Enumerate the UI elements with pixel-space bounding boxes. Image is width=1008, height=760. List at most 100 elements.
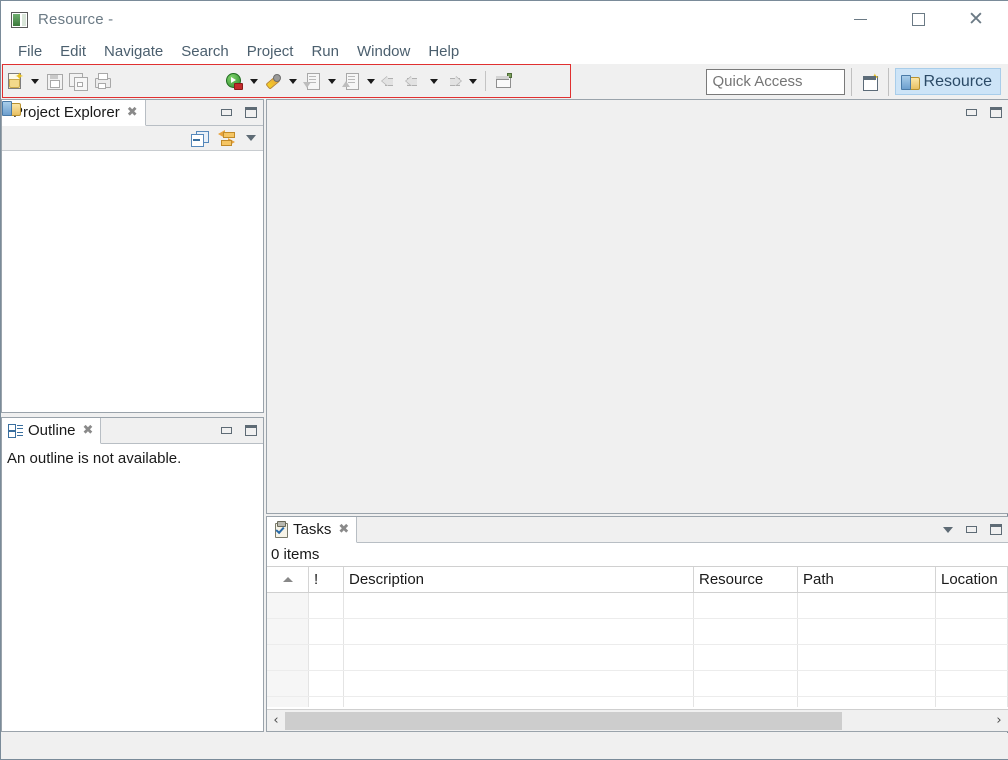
toolbar-group-file: ✦ <box>3 65 114 97</box>
minimize-icon[interactable] <box>966 108 977 116</box>
table-row[interactable] <box>267 697 1008 707</box>
project-explorer-toolbar <box>2 126 263 151</box>
title-bar: Resource - ✕ <box>1 0 1008 38</box>
project-explorer-tabrow: Project Explorer ✖ <box>2 100 263 126</box>
scroll-left-button[interactable]: ‹ <box>267 711 285 731</box>
new-wizard-dropdown[interactable] <box>27 69 42 93</box>
scroll-right-button[interactable]: › <box>990 711 1008 731</box>
external-tools-button[interactable] <box>300 69 324 93</box>
column-header-path[interactable]: Path <box>798 567 936 592</box>
menu-bar: File Edit Navigate Search Project Run Wi… <box>1 38 1008 64</box>
tasks-horizontal-scrollbar[interactable]: ‹ › <box>267 709 1008 731</box>
outline-icon <box>8 423 23 438</box>
link-with-editor-icon[interactable] <box>218 130 236 146</box>
table-row[interactable] <box>267 593 1008 619</box>
collapse-all-icon[interactable] <box>191 130 209 147</box>
quick-access-input[interactable] <box>705 68 845 95</box>
chevron-down-icon <box>327 78 336 84</box>
menu-search[interactable]: Search <box>172 41 238 62</box>
scrollbar-thumb[interactable] <box>285 711 842 730</box>
back-history-button[interactable] <box>378 69 402 93</box>
column-header-resource[interactable]: Resource <box>694 567 798 592</box>
save-all-button[interactable] <box>66 69 90 93</box>
next-annotation-button[interactable] <box>441 69 465 93</box>
project-explorer-tree[interactable] <box>2 151 263 411</box>
editor-empty-body[interactable] <box>267 124 1008 512</box>
maximize-icon[interactable] <box>245 425 257 436</box>
new-editor-button[interactable] <box>491 69 515 93</box>
menu-run[interactable]: Run <box>302 41 348 62</box>
table-cell <box>344 619 694 644</box>
external-tools-dropdown[interactable] <box>324 69 339 93</box>
previous-annotation-dropdown[interactable] <box>426 69 441 93</box>
table-cell <box>309 619 344 644</box>
import-dropdown[interactable] <box>363 69 378 93</box>
window-close-button[interactable]: ✕ <box>947 1 1005 39</box>
perspective-resource-button[interactable]: Resource <box>894 68 1001 95</box>
toolbar-separator <box>887 67 889 96</box>
save-button[interactable] <box>42 69 66 93</box>
view-menu-icon[interactable] <box>943 526 953 533</box>
table-cell <box>798 671 936 696</box>
table-cell <box>344 645 694 670</box>
chevron-down-icon <box>366 78 375 84</box>
menu-window[interactable]: Window <box>348 41 419 62</box>
open-perspective-button[interactable]: ✦ <box>858 70 882 94</box>
table-cell <box>936 593 1008 618</box>
table-cell <box>267 593 309 618</box>
maximize-icon[interactable] <box>990 524 1002 535</box>
run-icon <box>225 72 243 90</box>
open-perspective-icon: ✦ <box>861 72 880 91</box>
scrollbar-track[interactable] <box>285 711 990 730</box>
close-icon[interactable]: ✖ <box>338 523 349 536</box>
table-cell <box>798 645 936 670</box>
column-header-sort[interactable] <box>267 567 309 592</box>
debug-icon <box>264 72 282 90</box>
window-minimize-button[interactable] <box>831 1 889 39</box>
minimize-icon[interactable] <box>221 427 232 434</box>
close-icon[interactable]: ✖ <box>127 106 138 119</box>
table-row[interactable] <box>267 671 1008 697</box>
import-button[interactable] <box>339 69 363 93</box>
toolbar-separator <box>485 71 486 91</box>
menu-file[interactable]: File <box>9 41 51 62</box>
sort-ascending-icon <box>282 577 293 582</box>
maximize-icon[interactable] <box>990 106 1002 118</box>
menu-navigate[interactable]: Navigate <box>95 41 172 62</box>
tasks-tabrow: Tasks ✖ <box>267 517 1008 543</box>
table-cell <box>309 697 344 707</box>
table-cell <box>267 697 309 707</box>
print-button[interactable] <box>90 69 114 93</box>
table-cell <box>694 619 798 644</box>
view-menu-icon[interactable] <box>246 135 256 141</box>
close-icon[interactable]: ✖ <box>83 424 94 437</box>
run-button[interactable] <box>222 69 246 93</box>
minimize-icon[interactable] <box>966 526 977 533</box>
menu-help[interactable]: Help <box>419 41 468 62</box>
debug-button[interactable] <box>261 69 285 93</box>
menu-edit[interactable]: Edit <box>51 41 95 62</box>
editor-area <box>266 99 1008 514</box>
tab-outline[interactable]: Outline ✖ <box>2 418 102 444</box>
column-header-description[interactable]: Description <box>344 567 694 592</box>
tab-project-explorer[interactable]: Project Explorer ✖ <box>2 100 146 126</box>
maximize-icon[interactable] <box>245 107 257 118</box>
new-wizard-button[interactable]: ✦ <box>3 69 27 93</box>
table-cell <box>267 619 309 644</box>
tab-label: Tasks <box>293 521 332 538</box>
window-maximize-button[interactable] <box>889 1 947 39</box>
table-cell <box>694 697 798 707</box>
eclipse-icon <box>11 11 28 28</box>
menu-project[interactable]: Project <box>238 41 303 62</box>
next-annotation-dropdown[interactable] <box>465 69 480 93</box>
run-dropdown[interactable] <box>246 69 261 93</box>
tab-tasks[interactable]: Tasks ✖ <box>267 517 358 543</box>
save-icon <box>45 72 63 90</box>
table-row[interactable] <box>267 619 1008 645</box>
table-row[interactable] <box>267 645 1008 671</box>
column-header-location[interactable]: Location <box>936 567 1008 592</box>
debug-dropdown[interactable] <box>285 69 300 93</box>
previous-annotation-button[interactable] <box>402 69 426 93</box>
column-header-priority[interactable]: ! <box>309 567 344 592</box>
minimize-icon[interactable] <box>221 109 232 116</box>
